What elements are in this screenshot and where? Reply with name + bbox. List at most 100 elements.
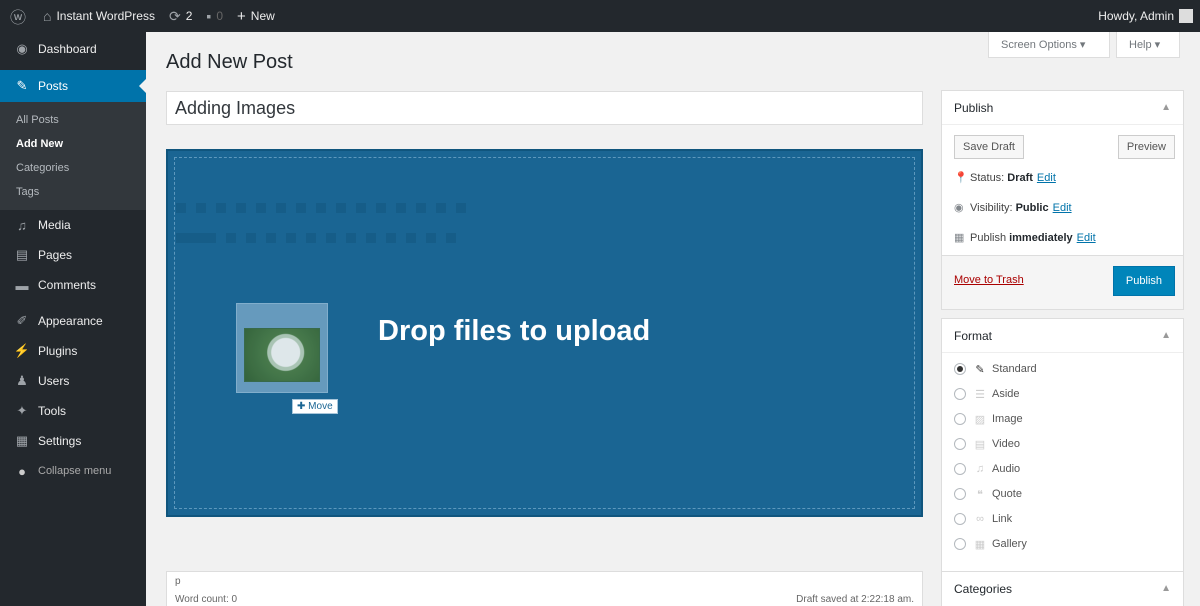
draft-saved-notice: Draft saved at 2:22:18 am.: [796, 594, 914, 605]
pin-icon: 📍: [954, 172, 968, 184]
updates-link[interactable]: ⟳ 2: [162, 0, 199, 32]
my-account-link[interactable]: Howdy, Admin: [1091, 0, 1200, 32]
visibility-row: ◉ Visibility: Public Edit: [954, 201, 1072, 215]
admin-sidebar: ◉ Dashboard ✎ Posts All Posts Add New Ca…: [0, 32, 146, 606]
edit-status-link[interactable]: Edit: [1037, 172, 1056, 184]
radio-button[interactable]: [954, 538, 966, 550]
radio-button[interactable]: [954, 488, 966, 500]
visibility-value: Public: [1015, 201, 1049, 214]
sidebar-item-tools[interactable]: ✦ Tools: [0, 396, 146, 426]
sidebar-item-plugins[interactable]: ⚡ Plugins: [0, 336, 146, 366]
help-button[interactable]: Help ▾: [1116, 32, 1180, 58]
radio-button[interactable]: [954, 413, 966, 425]
radio-button[interactable]: [954, 513, 966, 525]
aside-icon: ☰: [975, 388, 985, 401]
categories-heading: Categories: [954, 582, 1013, 596]
comments-link[interactable]: ▪ 0: [199, 0, 230, 32]
page-title: Add New Post: [166, 51, 293, 73]
eye-icon: ◉: [954, 202, 964, 214]
format-heading: Format: [954, 329, 993, 343]
home-icon: ⌂: [43, 8, 52, 24]
format-label: Standard: [992, 363, 1037, 375]
publish-time-label: Publish: [970, 231, 1007, 244]
save-draft-button[interactable]: Save Draft: [954, 135, 1024, 159]
sidebar-item-label: Settings: [38, 434, 82, 448]
publish-box-header[interactable]: Publish ▲: [942, 91, 1183, 125]
new-content-link[interactable]: + New: [230, 0, 282, 32]
pin-icon: ✎: [975, 363, 985, 376]
submenu-add-new[interactable]: Add New: [0, 132, 146, 156]
toggle-arrow-icon[interactable]: ▲: [1161, 91, 1171, 125]
plug-icon: ⚡: [13, 343, 31, 358]
format-option-image[interactable]: ▨ Image: [954, 409, 1023, 429]
format-option-gallery[interactable]: ▦ Gallery: [954, 534, 1027, 554]
comments-count: 0: [216, 9, 224, 23]
quote-icon: ❝: [977, 488, 983, 501]
collapse-menu-button[interactable]: ● Collapse menu: [0, 456, 146, 486]
sidebar-item-label: Tools: [38, 404, 67, 418]
sidebar-item-label: Posts: [38, 79, 69, 93]
sidebar-item-label: Pages: [38, 248, 73, 262]
format-label: Image: [992, 413, 1023, 425]
sidebar-item-posts[interactable]: ✎ Posts: [0, 70, 146, 102]
submenu-all-posts[interactable]: All Posts: [0, 108, 146, 132]
wordpress-logo-icon[interactable]: ⓦ: [0, 0, 36, 32]
format-box-header[interactable]: Format ▲: [942, 319, 1183, 353]
edit-publish-time-link[interactable]: Edit: [1077, 232, 1096, 244]
radio-button[interactable]: [954, 363, 966, 375]
format-option-standard[interactable]: ✎ Standard: [954, 359, 1037, 379]
move-to-trash-link[interactable]: Move to Trash: [954, 274, 1024, 286]
site-name-link[interactable]: ⌂ Instant WordPress: [36, 0, 162, 32]
settings-icon: ▦: [15, 433, 29, 448]
updates-icon: ⟳: [168, 7, 181, 24]
pin-icon: ✎: [16, 78, 28, 93]
categories-box: Categories ▲: [941, 571, 1184, 606]
comments-icon: ▬: [15, 277, 29, 293]
preview-button[interactable]: Preview: [1117, 135, 1175, 159]
avatar: [1179, 9, 1193, 23]
sidebar-item-label: Comments: [38, 278, 97, 292]
collapse-icon: ●: [18, 463, 26, 479]
submenu-categories[interactable]: Categories: [0, 156, 146, 180]
video-icon: ▤: [974, 438, 986, 451]
visibility-label: Visibility:: [970, 201, 1013, 214]
drop-zone-overlay[interactable]: ✚ Move Drop files to upload: [166, 149, 923, 517]
gallery-icon: ▦: [974, 538, 986, 551]
format-option-audio[interactable]: ♫ Audio: [954, 459, 1020, 479]
plus-icon: +: [237, 7, 246, 25]
sidebar-item-users[interactable]: ♟ Users: [0, 366, 146, 396]
format-label: Video: [992, 438, 1020, 450]
sidebar-item-appearance[interactable]: ✐ Appearance: [0, 306, 146, 336]
format-option-video[interactable]: ▤ Video: [954, 434, 1020, 454]
post-title-input[interactable]: [166, 91, 923, 125]
flower-image: [244, 328, 320, 382]
categories-box-header[interactable]: Categories ▲: [942, 572, 1183, 606]
radio-button[interactable]: [954, 438, 966, 450]
brush-icon: ✐: [16, 313, 28, 328]
edit-visibility-link[interactable]: Edit: [1053, 202, 1072, 214]
sidebar-item-media[interactable]: ♫ Media: [0, 210, 146, 240]
sidebar-item-comments[interactable]: ▬ Comments: [0, 270, 146, 300]
format-label: Audio: [992, 463, 1021, 475]
sidebar-item-settings[interactable]: ▦ Settings: [0, 426, 146, 456]
dragged-image-thumbnail[interactable]: [236, 303, 328, 393]
format-option-quote[interactable]: ❝ Quote: [954, 484, 1022, 504]
new-label: New: [250, 9, 275, 23]
radio-button[interactable]: [954, 388, 966, 400]
toggle-arrow-icon[interactable]: ▲: [1161, 319, 1171, 353]
sidebar-item-label: Collapse menu: [38, 465, 112, 477]
element-path: p: [175, 576, 181, 587]
word-count: Word count: 0: [175, 594, 238, 605]
format-option-aside[interactable]: ☰ Aside: [954, 384, 1020, 404]
sidebar-item-pages[interactable]: ▤ Pages: [0, 240, 146, 270]
status-label: Status:: [970, 171, 1005, 184]
publish-button[interactable]: Publish: [1112, 266, 1175, 296]
format-option-link[interactable]: ∞ Link: [954, 509, 1012, 529]
screen-options-button[interactable]: Screen Options ▾: [988, 32, 1110, 58]
toggle-arrow-icon[interactable]: ▲: [1161, 572, 1171, 606]
admin-bar: ⓦ ⌂ Instant WordPress ⟳ 2 ▪ 0 + New Howd…: [0, 0, 1200, 32]
sidebar-item-dashboard[interactable]: ◉ Dashboard: [0, 34, 146, 64]
submenu-tags[interactable]: Tags: [0, 180, 146, 204]
drop-files-text: Drop files to upload: [378, 315, 651, 347]
radio-button[interactable]: [954, 463, 966, 475]
